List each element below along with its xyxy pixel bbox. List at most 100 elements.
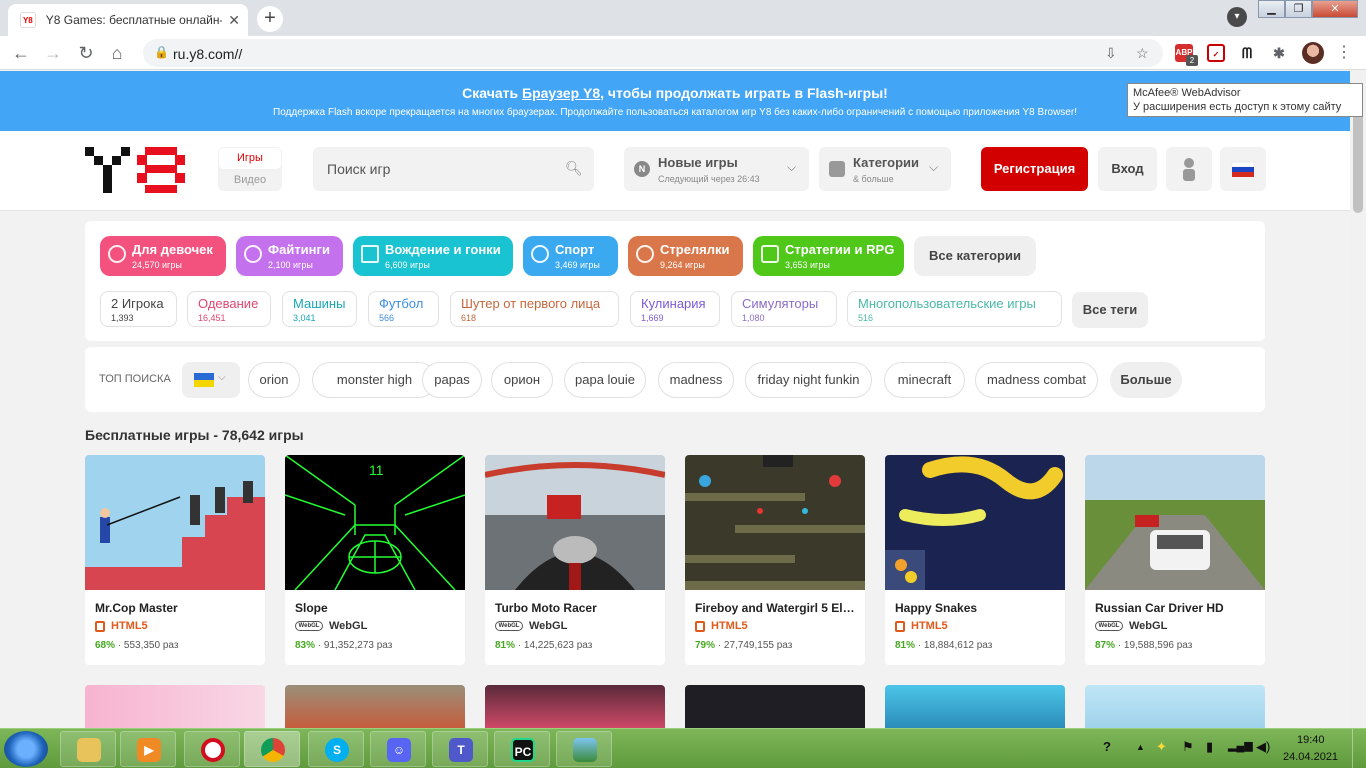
extensions-puzzle-icon[interactable]: ✱ [1270, 44, 1288, 62]
game-thumbnail[interactable] [1085, 455, 1265, 590]
friends-button[interactable] [1166, 147, 1212, 191]
page-scrollbar[interactable] [1350, 71, 1366, 728]
tag-cars[interactable]: Машины 3,041 [282, 291, 357, 327]
game-card[interactable]: 11 Slope WebGL WebGL 83% · 91,352,273 раз [285, 455, 465, 665]
category-girls[interactable]: Для девочек 24,570 игры [100, 236, 226, 276]
new-games-dropdown[interactable]: N Новые игры Следующий через 26:43 ⌵ [624, 147, 809, 191]
taskbar-media-player[interactable]: ▶ [120, 731, 176, 767]
login-button[interactable]: Вход [1098, 147, 1157, 191]
tab-close-icon[interactable]: ✕ [228, 12, 240, 29]
search-input[interactable] [313, 147, 553, 191]
minimize-button[interactable]: ▁ [1258, 0, 1285, 18]
search-chip[interactable]: orion [248, 362, 300, 398]
country-dropdown[interactable]: ⌵ [182, 362, 240, 398]
search-chip[interactable]: monster high [312, 362, 437, 398]
forward-arrow-icon[interactable]: → [42, 42, 64, 64]
network-tray-icon[interactable]: ✦ [1156, 739, 1167, 755]
more-searches-button[interactable]: Больше [1110, 362, 1182, 398]
game-title[interactable]: Mr.Cop Master [95, 601, 260, 615]
game-card[interactable]: Fireboy and Watergirl 5 Elements HTML5 7… [685, 455, 865, 665]
search-chip[interactable]: papas [422, 362, 482, 398]
register-button[interactable]: Регистрация [981, 147, 1088, 191]
search-chip[interactable]: friday night funkin [745, 362, 872, 398]
back-arrow-icon[interactable]: ← [10, 42, 32, 64]
tab-search-icon[interactable]: ▾ [1227, 7, 1247, 27]
taskbar-opera[interactable] [184, 731, 240, 767]
game-title[interactable]: Happy Snakes [895, 601, 1060, 615]
browser-tab[interactable]: Y8 Y8 Games: бесплатные онлайн-игры ✕ [8, 4, 248, 36]
show-desktop-button[interactable] [1352, 729, 1366, 768]
tag-simulators[interactable]: Симуляторы 1,080 [731, 291, 837, 327]
signal-icon[interactable]: ▂▄▆ [1228, 739, 1253, 752]
game-card[interactable]: Mr.Cop Master HTML5 68% · 553,350 раз [85, 455, 265, 665]
language-button[interactable] [1220, 147, 1266, 191]
game-title[interactable]: Fireboy and Watergirl 5 Elements [695, 601, 860, 615]
game-title[interactable]: Russian Car Driver HD [1095, 601, 1260, 615]
start-button[interactable] [4, 731, 48, 767]
tag-2-players[interactable]: 2 Игрока 1,393 [100, 291, 177, 327]
category-fighting[interactable]: Файтинги 2,100 игры [236, 236, 343, 276]
taskbar-discord[interactable]: ☺ [370, 731, 426, 767]
game-thumbnail[interactable] [485, 455, 665, 590]
game-thumbnail-partial[interactable] [885, 685, 1065, 730]
tag-football[interactable]: Футбол 566 [368, 291, 439, 327]
tag-cooking[interactable]: Кулинария 1,669 [630, 291, 720, 327]
game-title[interactable]: Turbo Moto Racer [495, 601, 660, 615]
clock-time[interactable]: 19:40 [1297, 734, 1325, 746]
games-toggle[interactable]: Игры [219, 148, 281, 169]
game-thumbnail[interactable] [85, 455, 265, 590]
category-racing[interactable]: Вождение и гонки 6,609 игры [353, 236, 513, 276]
game-card[interactable]: Russian Car Driver HD WebGL WebGL 87% · 1… [1085, 455, 1265, 665]
address-bar[interactable]: 🔒 ru.y8.com// ⇩ ☆ [143, 39, 1163, 67]
category-sport[interactable]: Спорт 3,469 игры [523, 236, 618, 276]
taskbar-chrome[interactable] [244, 731, 300, 767]
mcafee-webadvisor-icon[interactable]: ✓ [1207, 44, 1225, 62]
extension-m-icon[interactable]: ᗰ [1238, 44, 1256, 62]
volume-icon[interactable]: ◀) [1256, 739, 1270, 755]
game-thumbnail-partial[interactable] [685, 685, 865, 730]
game-card[interactable]: Happy Snakes HTML5 81% · 18,884,612 раз [885, 455, 1065, 665]
search-chip[interactable]: madness [658, 362, 734, 398]
search-chip[interactable]: орион [491, 362, 553, 398]
install-app-icon[interactable]: ⇩ [1105, 45, 1117, 62]
search-chip[interactable]: papa louie [564, 362, 646, 398]
taskbar-photo-viewer[interactable] [556, 731, 612, 767]
category-shooting[interactable]: Стрелялки 9,264 игры [628, 236, 743, 276]
categories-dropdown[interactable]: Категории & больше ⌵ [819, 147, 951, 191]
reload-icon[interactable]: ↻ [75, 42, 97, 64]
battery-icon[interactable]: ▮ [1206, 739, 1213, 755]
browser-menu-icon[interactable]: ⋮ [1336, 42, 1352, 62]
y8-logo[interactable] [85, 147, 185, 193]
help-icon[interactable]: ? [1103, 739, 1111, 754]
tag-fps[interactable]: Шутер от первого лица 618 [450, 291, 619, 327]
game-thumbnail[interactable] [885, 455, 1065, 590]
profile-avatar[interactable] [1302, 42, 1324, 64]
browser-download-link[interactable]: Браузер Y8 [522, 85, 600, 101]
video-toggle[interactable]: Видео [218, 170, 282, 190]
game-thumbnail-partial[interactable] [85, 685, 265, 730]
game-thumbnail-partial[interactable] [1085, 685, 1265, 730]
bookmark-star-icon[interactable]: ☆ [1136, 45, 1149, 62]
game-card[interactable]: Turbo Moto Racer WebGL WebGL 81% · 14,225… [485, 455, 665, 665]
taskbar-pycharm[interactable]: PC [494, 731, 550, 767]
taskbar-explorer[interactable] [60, 731, 116, 767]
tag-dress-up[interactable]: Одевание 16,451 [187, 291, 271, 327]
search-chip[interactable]: madness combat [975, 362, 1098, 398]
taskbar-teams[interactable]: T [432, 731, 488, 767]
close-window-button[interactable]: ✕ [1312, 0, 1358, 18]
game-thumbnail-partial[interactable] [485, 685, 665, 730]
lock-icon[interactable]: 🔒 [154, 45, 169, 59]
category-strategy[interactable]: Стратегии и RPG 3,653 игры [753, 236, 904, 276]
game-thumbnail[interactable] [685, 455, 865, 590]
clock-date[interactable]: 24.04.2021 [1283, 751, 1338, 763]
search-chip[interactable]: minecraft [884, 362, 965, 398]
home-icon[interactable]: ⌂ [106, 42, 128, 64]
action-center-flag-icon[interactable]: ⚑ [1182, 739, 1194, 755]
all-categories-button[interactable]: Все категории [914, 236, 1036, 276]
url-text[interactable]: ru.y8.com// [173, 46, 242, 62]
maximize-button[interactable]: ❐ [1285, 0, 1312, 18]
game-thumbnail[interactable]: 11 [285, 455, 465, 590]
new-tab-button[interactable]: + [257, 6, 283, 32]
game-title[interactable]: Slope [295, 601, 460, 615]
all-tags-button[interactable]: Все теги [1072, 292, 1148, 328]
